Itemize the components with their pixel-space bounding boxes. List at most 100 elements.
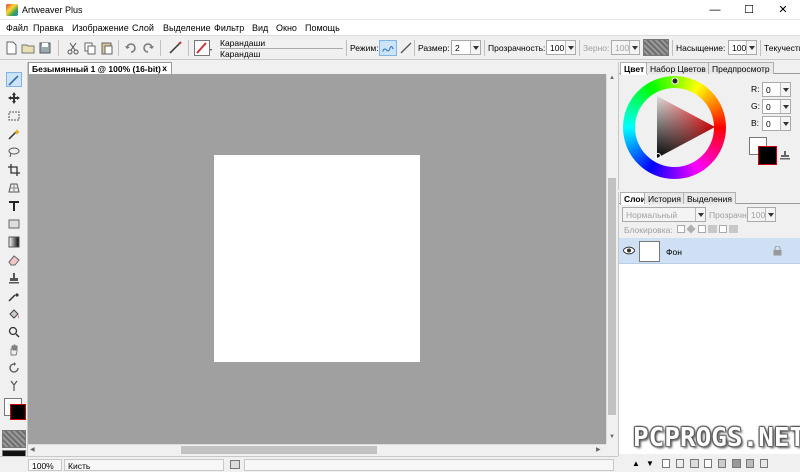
layer-move-up-icon[interactable]: ▲ — [632, 459, 640, 468]
layer-row[interactable]: Фон — [619, 238, 800, 264]
zoom-tool[interactable] — [6, 324, 22, 339]
texture-swatch[interactable] — [2, 430, 26, 448]
new-layer-icon[interactable] — [662, 459, 670, 468]
chevron-down-icon[interactable] — [470, 41, 480, 54]
shape-tool[interactable] — [6, 216, 22, 231]
size-input[interactable]: 2 — [451, 40, 481, 55]
tab-color[interactable]: Цвет — [620, 62, 649, 75]
brush-preset-icon[interactable] — [194, 40, 214, 56]
brush-preset-selector[interactable]: Карандаши Карандаш — [217, 38, 343, 59]
app-logo-icon — [6, 4, 18, 16]
eraser-icon — [8, 254, 20, 265]
tab-selections[interactable]: Выделения — [683, 192, 736, 204]
canvas-workspace[interactable] — [28, 74, 606, 444]
fill-bucket-tool[interactable] — [6, 306, 22, 321]
layer-effects-icon[interactable] — [746, 459, 754, 468]
hand-tool[interactable] — [6, 342, 22, 357]
text-tool[interactable] — [6, 198, 22, 213]
minimize-button[interactable]: — — [698, 0, 732, 20]
canvas[interactable] — [214, 155, 420, 362]
new-file-icon[interactable] — [4, 41, 18, 55]
horizontal-scrollbar[interactable]: ◀ ▶ — [28, 444, 606, 455]
green-input[interactable]: 0 — [762, 99, 791, 114]
mode-straight-line-icon[interactable] — [399, 41, 413, 55]
save-icon[interactable] — [38, 41, 52, 55]
lasso-tool[interactable] — [6, 144, 22, 159]
scroll-up-icon[interactable]: ▲ — [609, 75, 615, 81]
eyedropper-icon — [8, 292, 19, 302]
magic-wand-tool[interactable] — [6, 126, 22, 141]
red-input[interactable]: 0 — [762, 82, 791, 97]
scroll-left-icon[interactable]: ◀ — [30, 446, 35, 453]
foreground-color-swatch[interactable] — [10, 404, 26, 420]
blue-row: B: 0 — [751, 116, 800, 131]
blue-input[interactable]: 0 — [762, 116, 791, 131]
saturation-input[interactable]: 100 — [728, 40, 757, 55]
chevron-down-icon[interactable] — [780, 100, 790, 113]
menu-layer[interactable]: Слой — [132, 23, 154, 33]
rect-select-tool[interactable] — [6, 108, 22, 123]
merge-layer-icon[interactable] — [718, 459, 726, 468]
color-stamp-icon[interactable] — [780, 150, 790, 160]
saturation-triangle[interactable] — [623, 76, 726, 179]
eraser-tool[interactable] — [6, 252, 22, 267]
mode-freehand-icon[interactable] — [379, 40, 397, 56]
menu-file[interactable]: Файл — [6, 23, 28, 33]
document-tab[interactable]: Безымянный 1 @ 100% (16-bit) x — [28, 62, 172, 74]
move-tool[interactable] — [6, 90, 22, 105]
tab-history[interactable]: История — [644, 192, 685, 204]
close-document-icon[interactable]: x — [162, 63, 167, 73]
brush-tool-icon[interactable] — [168, 41, 182, 55]
close-button[interactable]: ✕ — [766, 0, 800, 20]
maximize-button[interactable]: ☐ — [732, 0, 766, 20]
chevron-down-icon[interactable] — [780, 83, 790, 96]
hue-handle-icon[interactable] — [671, 77, 679, 85]
scroll-down-icon[interactable]: ▼ — [609, 434, 615, 440]
crop-tool[interactable] — [6, 162, 22, 177]
layer-group-icon[interactable] — [690, 459, 699, 468]
copy-icon[interactable] — [83, 41, 97, 55]
layer-thumbnail — [639, 241, 660, 262]
saturation-label: Насыщение: — [676, 43, 726, 53]
layer-mask-icon[interactable] — [704, 459, 712, 468]
rotate-tool[interactable] — [6, 360, 22, 375]
menu-filter[interactable]: Фильтр — [214, 23, 244, 33]
tab-swatches[interactable]: Набор Цветов — [646, 62, 710, 74]
menu-window[interactable]: Окно — [276, 23, 297, 33]
horizontal-scroll-thumb[interactable] — [181, 446, 377, 454]
visibility-eye-icon[interactable] — [623, 246, 635, 255]
menu-image[interactable]: Изображение — [72, 23, 129, 33]
chevron-down-icon[interactable] — [565, 41, 575, 54]
vertical-scrollbar[interactable]: ▲ ▼ — [606, 74, 617, 444]
vertical-scroll-thumb[interactable] — [608, 178, 616, 415]
eyedropper-tool[interactable] — [6, 288, 22, 303]
color-wheel[interactable] — [623, 76, 726, 179]
layer-properties-icon[interactable] — [732, 459, 741, 468]
menu-selection[interactable]: Выделение — [163, 23, 211, 33]
chevron-down-icon[interactable] — [746, 41, 756, 54]
scroll-right-icon[interactable]: ▶ — [596, 446, 601, 453]
smudge-tool[interactable] — [6, 378, 22, 393]
clone-stamp-tool[interactable] — [6, 270, 22, 285]
menu-edit[interactable]: Правка — [33, 23, 63, 33]
paper-texture-swatch[interactable] — [643, 39, 669, 56]
delete-layer-icon[interactable] — [760, 459, 768, 468]
chevron-down-icon[interactable] — [780, 117, 790, 130]
redo-icon[interactable] — [141, 41, 155, 55]
color-swatches[interactable] — [4, 398, 26, 420]
perspective-tool[interactable] — [6, 180, 22, 195]
panel-foreground-swatch[interactable] — [758, 146, 777, 165]
gradient-tool[interactable] — [6, 234, 22, 249]
paste-icon[interactable] — [100, 41, 114, 55]
menu-help[interactable]: Помощь — [305, 23, 340, 33]
cut-icon[interactable] — [66, 41, 80, 55]
pencil-tool[interactable] — [6, 72, 22, 87]
undo-icon[interactable] — [124, 41, 138, 55]
opacity-input[interactable]: 100 — [546, 40, 576, 55]
layer-move-down-icon[interactable]: ▼ — [646, 459, 654, 468]
duplicate-layer-icon[interactable] — [676, 459, 684, 468]
menu-view[interactable]: Вид — [252, 23, 268, 33]
menu-bar: Файл Правка Изображение Слой Выделение Ф… — [0, 20, 800, 36]
tab-preview[interactable]: Предпросмотр — [708, 62, 774, 74]
open-file-icon[interactable] — [21, 41, 35, 55]
